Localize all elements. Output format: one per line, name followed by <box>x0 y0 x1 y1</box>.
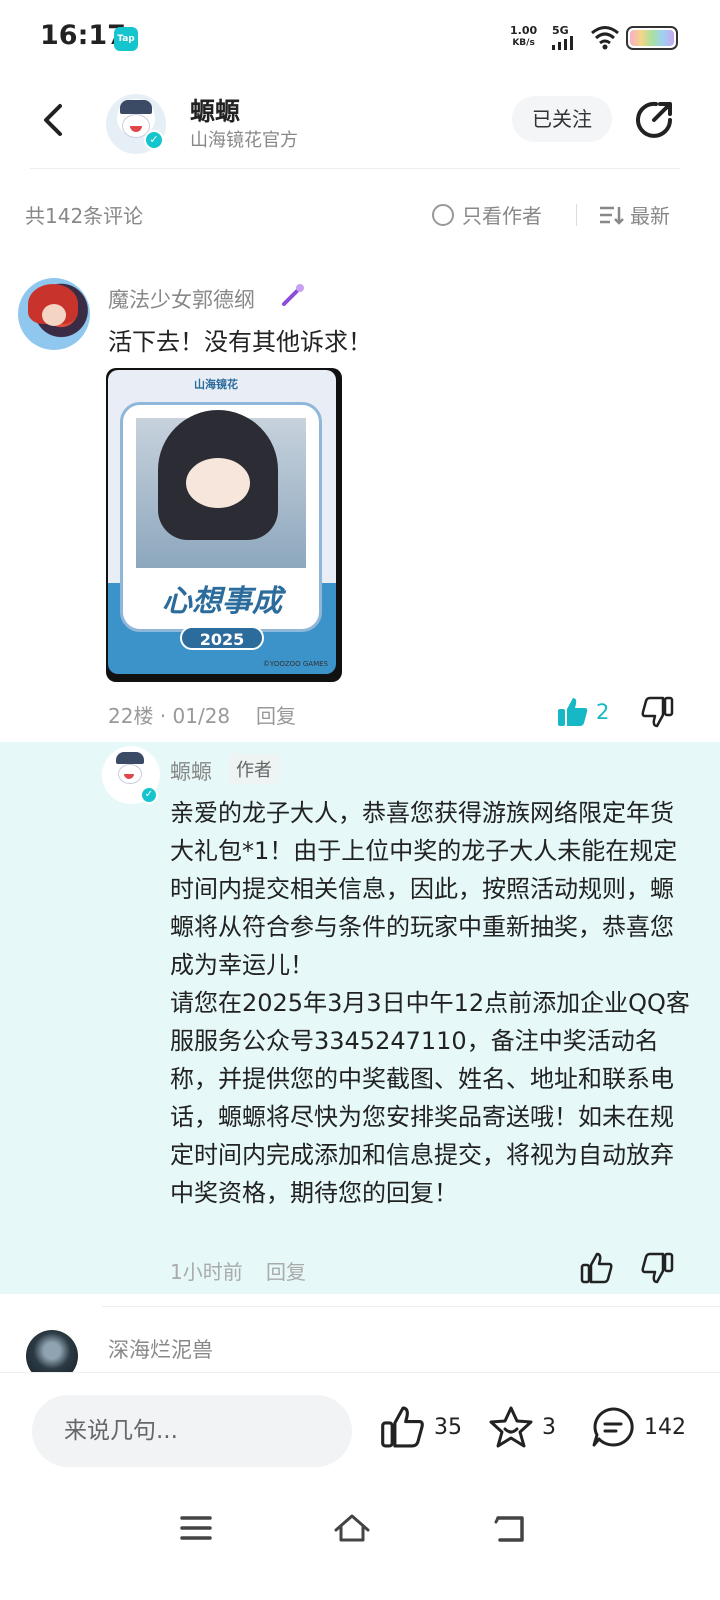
comment-reply-button[interactable]: 回复 <box>256 700 296 729</box>
only-author-toggle[interactable]: 只看作者 <box>432 200 542 229</box>
official-name[interactable]: 螈螈 <box>190 92 240 128</box>
author-tag: 作者 <box>228 754 280 784</box>
network-speed-value: 1.00 <box>510 24 538 37</box>
post-like-button[interactable]: 35 <box>380 1405 462 1449</box>
sort-icon <box>600 206 624 225</box>
commenter-name[interactable]: 魔法少女郭德纲 <box>108 284 255 314</box>
author-reply: ✓ 螈螈 作者 亲爱的龙子大人，恭喜您获得游族网络限定年货大礼包*1！由于上位中… <box>0 742 720 1294</box>
magic-wand-badge-icon <box>282 284 304 306</box>
comment-bubble-icon <box>592 1407 634 1447</box>
reply-time: 1小时前 <box>170 1260 243 1284</box>
thumbs-down-icon[interactable] <box>640 1252 674 1284</box>
bottom-action-bar: 来说几句... 35 3 142 <box>0 1372 720 1484</box>
comment-like-button[interactable]: 2 <box>556 696 609 728</box>
only-author-label: 只看作者 <box>462 204 542 228</box>
comment-text: 活下去！没有其他诉求！ <box>108 328 372 356</box>
official-avatar[interactable]: ✓ <box>106 94 166 154</box>
reply-avatar[interactable]: ✓ <box>102 746 160 804</box>
filter-separator <box>576 204 577 226</box>
comment-meta: 22楼 · 01/28 <box>108 704 231 728</box>
sort-label: 最新 <box>630 204 670 228</box>
network-speed: 1.00 KB/s <box>510 25 537 49</box>
card-logo: 山海镜花 <box>194 378 238 391</box>
menu-icon[interactable] <box>176 1508 216 1548</box>
commenter-avatar[interactable] <box>18 278 90 350</box>
thumbs-up-icon <box>381 1406 424 1448</box>
thumbs-up-filled-icon <box>558 698 588 726</box>
home-icon[interactable] <box>332 1508 372 1548</box>
comments-button[interactable]: 142 <box>590 1405 686 1449</box>
comment-like-count: 2 <box>596 700 610 724</box>
sort-button[interactable]: 最新 <box>598 200 670 229</box>
post-header: ✓ 螈螈 山海镜花官方 已关注 <box>0 78 720 170</box>
status-bar: 16:17 Tap 1.00 KB/s 5G <box>0 0 720 78</box>
signal-icon <box>552 36 573 50</box>
post-like-count: 35 <box>434 1414 462 1440</box>
system-nav-bar <box>0 1484 720 1600</box>
network-speed-unit: KB/s <box>512 38 535 48</box>
card-copyright: ©YOOZOO GAMES <box>262 660 328 668</box>
comment-divider <box>102 1306 720 1307</box>
favorite-button[interactable]: 3 <box>488 1405 556 1449</box>
radio-icon <box>432 203 454 226</box>
favorite-count: 3 <box>542 1414 556 1440</box>
comment-count: 共142条评论 <box>25 204 144 228</box>
back-icon[interactable] <box>490 1508 530 1548</box>
reply-text: 亲爱的龙子大人，恭喜您获得游族网络限定年货大礼包*1！由于上位中奖的龙子大人未能… <box>170 799 690 1207</box>
thumbs-down-icon[interactable] <box>640 696 674 728</box>
tap-app-icon: Tap <box>114 27 138 51</box>
thumbs-up-icon[interactable] <box>580 1252 614 1284</box>
comment-filter-bar: 共142条评论 只看作者 最新 <box>0 190 720 236</box>
battery-icon <box>626 26 678 50</box>
card-year: 2025 <box>180 626 264 650</box>
verified-icon: ✓ <box>140 786 158 804</box>
back-arrow-icon[interactable] <box>32 98 76 142</box>
official-subtitle: 山海镜花官方 <box>190 130 298 151</box>
verified-icon: ✓ <box>144 130 164 150</box>
comment-input[interactable]: 来说几句... <box>32 1395 352 1467</box>
comment-total-count: 142 <box>644 1414 686 1440</box>
reply-reply-button[interactable]: 回复 <box>266 1256 306 1285</box>
reply-author[interactable]: 螈螈 <box>170 756 212 786</box>
header-divider <box>30 168 680 169</box>
share-icon[interactable] <box>632 96 678 142</box>
next-commenter-name[interactable]: 深海烂泥兽 <box>108 1334 213 1364</box>
follow-button[interactable]: 已关注 <box>512 96 612 142</box>
comment-image[interactable]: 山海镜花 心想事成 2025 ©YOOZOO GAMES <box>106 368 342 682</box>
wifi-icon <box>591 26 619 50</box>
card-title: 心想事成 <box>162 584 282 619</box>
star-icon <box>489 1406 533 1448</box>
